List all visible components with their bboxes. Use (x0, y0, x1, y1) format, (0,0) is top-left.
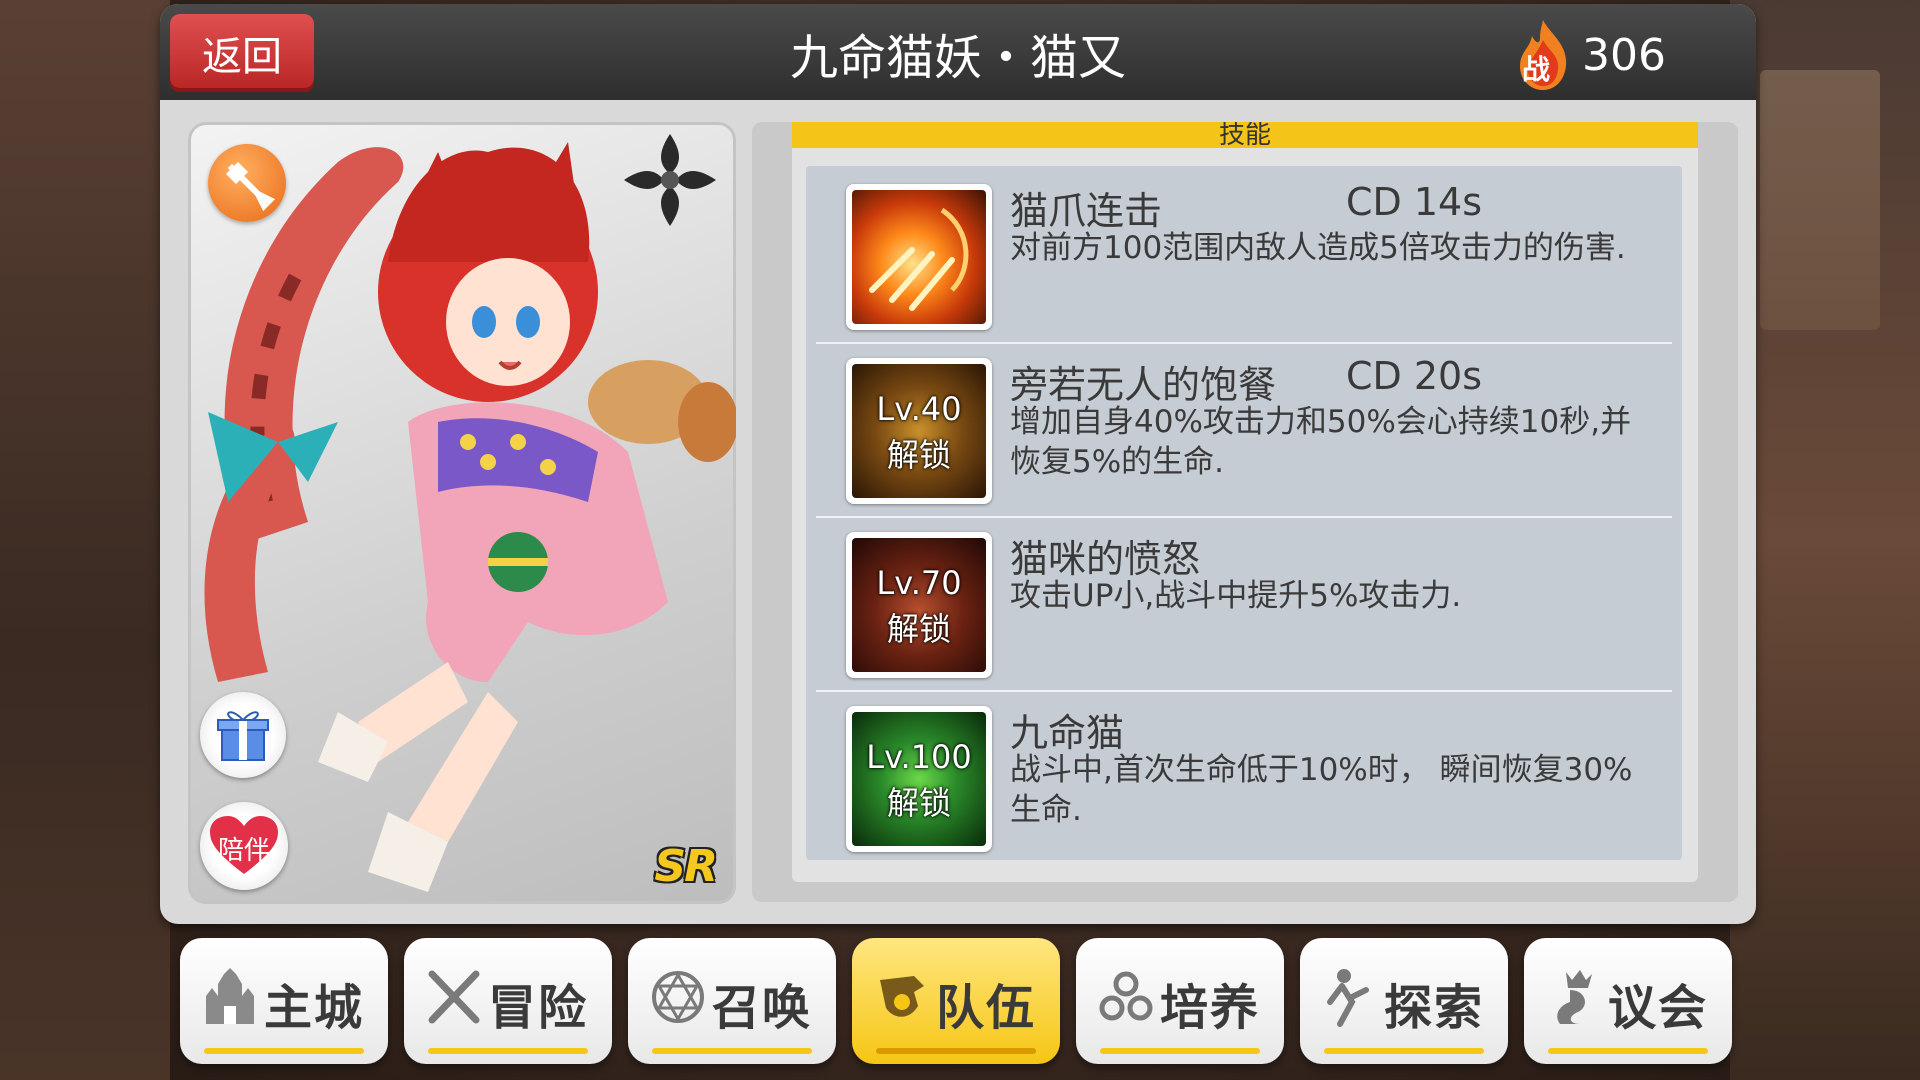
skills-box: 技能 猫爪连击 CD 14s 对前方100范围内敌人造成5倍攻击力的伤害. Lv… (792, 122, 1698, 882)
character-card: 陪伴 SR (188, 122, 736, 904)
skill-description: 增加自身40%攻击力和50%会心持续10秒,并恢复5%的生命. (1010, 404, 1632, 480)
council-icon (1557, 970, 1592, 1024)
skill-row[interactable]: 猫爪连击 CD 14s 对前方100范围内敌人造成5倍攻击力的伤害. (816, 170, 1672, 342)
skill-lock-level: Lv.70 (876, 564, 962, 602)
nav-main-city[interactable]: 主城 (180, 938, 388, 1064)
nav-cultivate[interactable]: 培养 (1076, 938, 1284, 1064)
nav-label: 培养 (1160, 980, 1261, 1036)
nav-label: 探索 (1384, 980, 1485, 1036)
skill-lock-level: Lv.100 (866, 738, 972, 776)
skill-lock-level: Lv.40 (876, 390, 962, 428)
character-illustration (204, 142, 736, 892)
skill-name: 猫咪的愤怒 (1010, 537, 1201, 581)
background-window (1760, 70, 1880, 330)
skills-list[interactable]: 猫爪连击 CD 14s 对前方100范围内敌人造成5倍攻击力的伤害. Lv.40… (806, 166, 1682, 860)
cultivate-icon (1099, 971, 1153, 1021)
fire-icon: 战 (1514, 18, 1572, 92)
castle-icon (206, 968, 254, 1024)
character-panel: 返回 九命猫妖・猫又 战 306 陪伴 SR 技能 猫爪连击 CD 14s 对前… (160, 4, 1756, 924)
claw-slash-icon (869, 207, 969, 311)
nav-label: 召唤 (712, 980, 813, 1036)
skill-name: 九命猫 (1010, 711, 1125, 755)
companion-label: 陪伴 (217, 836, 270, 866)
nav-adventure[interactable]: 冒险 (404, 938, 612, 1064)
skill-description: 攻击UP小,战斗中提升5%攻击力. (1010, 578, 1462, 614)
team-icon (880, 976, 924, 1017)
skill-icon-claw[interactable] (846, 184, 992, 330)
skill-icon-fury[interactable]: Lv.70 解锁 (846, 532, 992, 678)
nav-label: 冒险 (488, 980, 589, 1036)
gift-icon (217, 711, 269, 761)
top-bar: 返回 九命猫妖・猫又 战 306 (160, 4, 1756, 100)
nav-summon[interactable]: 召唤 (628, 938, 836, 1064)
background-left (0, 0, 170, 1080)
nav-council[interactable]: 议会 (1524, 938, 1732, 1064)
nav-label: 主城 (264, 980, 365, 1036)
nav-team[interactable]: 队伍 (852, 938, 1060, 1064)
nav-underline (1100, 1048, 1260, 1054)
skill-lock-text: 解锁 (886, 784, 951, 822)
skill-icon-feast[interactable]: Lv.40 解锁 (846, 358, 992, 504)
skill-cooldown: CD 20s (1346, 354, 1483, 398)
skill-row[interactable]: Lv.70 解锁 猫咪的愤怒 攻击UP小,战斗中提升5%攻击力. (816, 518, 1672, 690)
power-badge-label: 战 (1522, 53, 1551, 86)
skill-description: 战斗中,首次生命低于10%时， 瞬间恢复30%生命. (1010, 752, 1633, 828)
bottom-nav: 主城 冒险 召唤 队伍 培养 探索 议会 (180, 938, 1740, 1064)
skill-row[interactable]: Lv.40 解锁 旁若无人的饱餐 CD 20s 增加自身40%攻击力和50%会心… (816, 344, 1672, 516)
nav-underline (652, 1048, 812, 1054)
gift-button[interactable] (200, 692, 286, 778)
combat-power: 战 306 (1514, 18, 1666, 92)
nav-explore[interactable]: 探索 (1300, 938, 1508, 1064)
nav-underline (1548, 1048, 1708, 1054)
skills-panel: 技能 猫爪连击 CD 14s 对前方100范围内敌人造成5倍攻击力的伤害. Lv… (752, 122, 1738, 902)
skill-name: 旁若无人的饱餐 (1010, 363, 1277, 407)
skills-header: 技能 (792, 122, 1698, 148)
nav-label: 议会 (1608, 980, 1709, 1036)
nav-underline (1324, 1048, 1484, 1054)
class-icon (208, 144, 286, 222)
skill-lock-text: 解锁 (886, 610, 951, 648)
power-value: 306 (1582, 29, 1666, 81)
skill-cooldown: CD 14s (1346, 180, 1483, 224)
crossed-swords-icon (428, 970, 480, 1024)
rarity-badge: SR (654, 841, 718, 892)
hexagram-icon (652, 971, 704, 1023)
skill-description: 对前方100范围内敌人造成5倍攻击力的伤害. (1010, 230, 1626, 266)
skill-icon-ninelives[interactable]: Lv.100 解锁 (846, 706, 992, 852)
skill-name: 猫爪连击 (1010, 189, 1163, 233)
nav-underline (204, 1048, 364, 1054)
nav-underline (876, 1048, 1036, 1054)
nav-underline (428, 1048, 588, 1054)
skill-row[interactable]: Lv.100 解锁 九命猫 战斗中,首次生命低于10%时， 瞬间恢复30%生命. (816, 692, 1672, 864)
explore-icon (1327, 969, 1369, 1027)
element-icon (618, 128, 722, 232)
companion-button[interactable]: 陪伴 (200, 802, 288, 890)
skill-lock-text: 解锁 (886, 436, 951, 474)
nav-label: 队伍 (936, 980, 1037, 1036)
